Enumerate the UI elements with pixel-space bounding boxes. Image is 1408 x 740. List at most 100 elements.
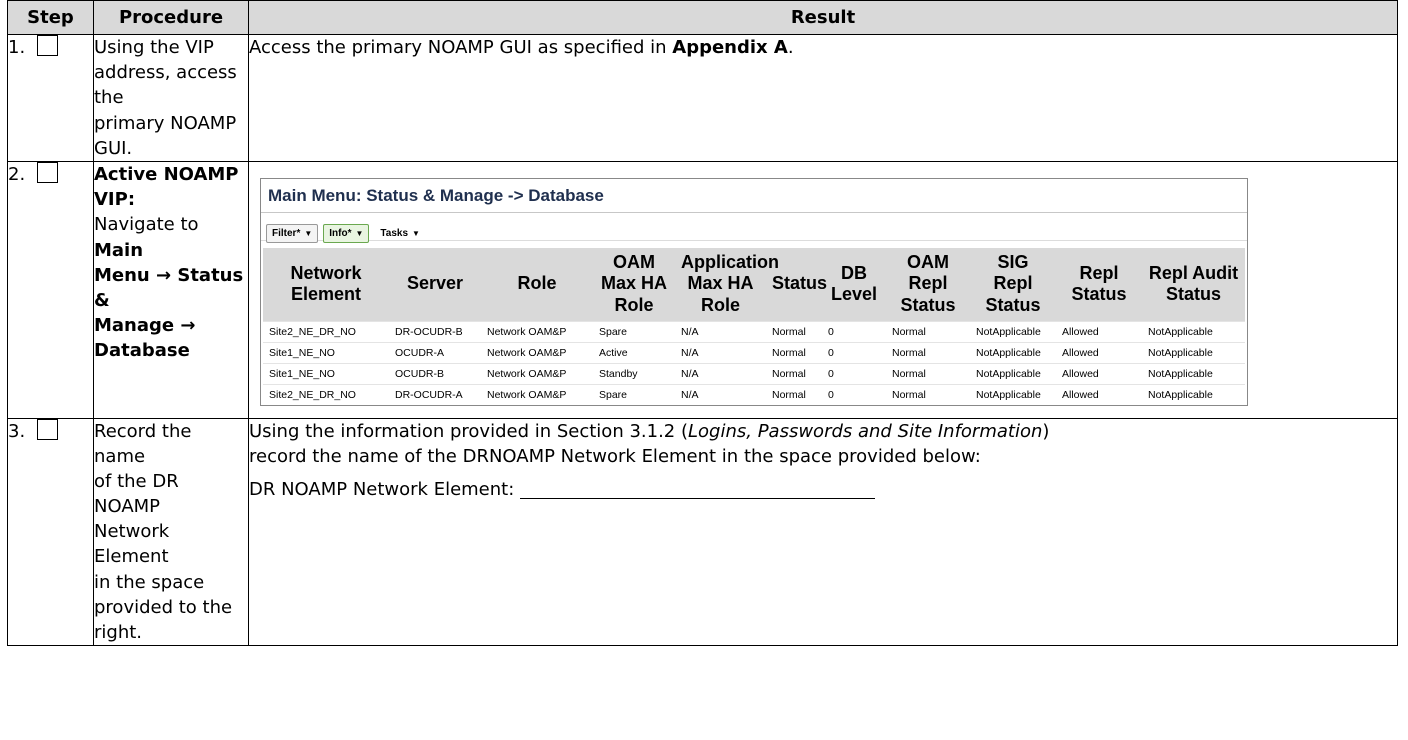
- procedure-line: right.: [94, 622, 143, 644]
- table-cell: NotApplicable: [970, 341, 1056, 364]
- table-cell: OCUDR-B: [389, 362, 481, 385]
- table-cell: Normal: [766, 383, 822, 405]
- table-row[interactable]: Site1_NE_NO OCUDR-B Network OAM&P Standby N/…: [263, 362, 1245, 385]
- table-cell: N/A: [675, 383, 766, 405]
- step-cell-2: 2.: [7, 160, 94, 419]
- procedure-line: GUI.: [94, 137, 133, 159]
- table-cell: NotApplicable: [1142, 320, 1245, 343]
- table-row[interactable]: Site2_NE_DR_NO DR-OCUDR-B Network OAM&P Spa…: [263, 320, 1245, 343]
- step-row-1: 1. Using the VIP address, access the pri…: [7, 34, 1398, 162]
- db-column-header[interactable]: Server: [389, 247, 481, 322]
- caret-down-icon: ▼: [355, 228, 364, 238]
- step-number: 3.: [8, 420, 26, 442]
- db-column-header[interactable]: Network Element: [263, 247, 389, 322]
- table-cell: Allowed: [1056, 320, 1142, 343]
- table-cell: Spare: [593, 383, 675, 405]
- step-number: 2.: [8, 163, 26, 185]
- table-cell: DR-OCUDR-A: [389, 383, 481, 405]
- write-in-field[interactable]: [520, 480, 876, 499]
- step-number: 1.: [8, 37, 26, 58]
- nav-path: Database: [94, 340, 190, 362]
- table-cell: Spare: [593, 320, 675, 343]
- header-result: Result: [248, 0, 1398, 35]
- table-cell: N/A: [675, 362, 766, 385]
- info-button[interactable]: Info* ▼: [323, 223, 370, 243]
- table-cell: NotApplicable: [970, 320, 1056, 343]
- table-cell: Allowed: [1056, 383, 1142, 405]
- database-screenshot: Main Menu: Status & Manage -> Database F…: [260, 177, 1248, 406]
- result-text: record the name of the DRNOAMP Network E…: [249, 445, 981, 467]
- table-cell: Site1_NE_NO: [263, 362, 389, 385]
- table-header-row: Step Procedure Result: [7, 0, 1398, 35]
- navigate-prefix: Navigate to: [94, 214, 199, 236]
- step-row-3: 3. Record the name of the DR NOAMP Netwo…: [7, 417, 1398, 647]
- db-header-row: Network Element Server Role OAM Max HA Role…: [263, 247, 1245, 322]
- table-row[interactable]: Site2_NE_DR_NO DR-OCUDR-A Network OAM&P Spa…: [263, 383, 1245, 405]
- table-cell: OCUDR-A: [389, 341, 481, 364]
- table-cell: 0: [822, 383, 886, 405]
- field-label: DR NOAMP Network Element:: [249, 478, 521, 500]
- table-cell: Normal: [766, 341, 822, 364]
- table-cell: Network OAM&P: [481, 320, 593, 343]
- table-cell: Site2_NE_DR_NO: [263, 320, 389, 343]
- procedure-line: address, access the: [94, 62, 237, 109]
- table-cell: Network OAM&P: [481, 362, 593, 385]
- table-cell: Normal: [886, 341, 970, 364]
- table-row[interactable]: Site1_NE_NO OCUDR-A Network OAM&P Active N/A…: [263, 341, 1245, 364]
- screen-title: Main Menu: Status & Manage -> Database: [261, 179, 1247, 213]
- step-cell-1: 1.: [7, 34, 94, 162]
- db-column-header[interactable]: SIG Repl Status: [970, 247, 1056, 322]
- db-column-header[interactable]: Application Max HA Role: [675, 247, 779, 322]
- procedure-line: provided to the: [94, 596, 233, 618]
- step-cell-3: 3.: [7, 417, 94, 647]
- procedure-title: VIP:: [94, 189, 136, 211]
- table-cell: Site2_NE_DR_NO: [263, 383, 389, 405]
- table-cell: 0: [822, 320, 886, 343]
- result-text: Using the information provided in Sectio…: [249, 420, 688, 442]
- table-cell: Normal: [886, 362, 970, 385]
- procedure-line: Record the name: [94, 420, 192, 467]
- result-cell-1: Access the primary NOAMP GUI as specifie…: [248, 34, 1398, 162]
- step-checkbox[interactable]: [37, 35, 59, 56]
- table-cell: Standby: [593, 362, 675, 385]
- nav-path: Main: [94, 239, 144, 261]
- result-cell-3: Using the information provided in Sectio…: [248, 417, 1398, 647]
- header-procedure: Procedure: [93, 0, 249, 35]
- table-cell: Normal: [886, 383, 970, 405]
- table-cell: NotApplicable: [970, 383, 1056, 405]
- screen-toolbar: Filter* ▼ Info* ▼ Tasks ▼: [261, 213, 1247, 243]
- db-column-header[interactable]: Repl Audit Status: [1142, 247, 1245, 322]
- procedure-title: Active NOAMP: [94, 163, 239, 185]
- db-column-header[interactable]: DB Level: [822, 247, 886, 322]
- table-cell: NotApplicable: [1142, 362, 1245, 385]
- table-cell: Normal: [766, 320, 822, 343]
- table-cell: NotApplicable: [1142, 341, 1245, 364]
- table-cell: NotApplicable: [970, 362, 1056, 385]
- table-cell: Network OAM&P: [481, 383, 593, 405]
- db-column-header[interactable]: Repl Status: [1056, 247, 1142, 322]
- tasks-button[interactable]: Tasks ▼: [374, 224, 426, 243]
- table-cell: NotApplicable: [1142, 383, 1245, 405]
- db-column-header[interactable]: OAM Repl Status: [886, 247, 970, 322]
- header-step: Step: [7, 0, 94, 35]
- db-column-header[interactable]: OAM Max HA Role: [593, 247, 675, 322]
- db-column-header[interactable]: Role: [481, 247, 593, 322]
- table-cell: 0: [822, 341, 886, 364]
- caret-down-icon: ▼: [304, 228, 313, 238]
- section-title: Logins, Passwords and Site Information: [688, 420, 1043, 442]
- procedure-line: Network Element: [94, 521, 170, 568]
- table-cell: Network OAM&P: [481, 341, 593, 364]
- database-status-table: Network Element Server Role OAM Max HA Role…: [263, 247, 1245, 405]
- procedure-cell-3: Record the name of the DR NOAMP Network …: [93, 417, 249, 647]
- result-text: Access the primary NOAMP GUI as specifie…: [249, 37, 673, 58]
- step-checkbox[interactable]: [37, 418, 59, 440]
- result-cell-2: Main Menu: Status & Manage -> Database F…: [248, 160, 1398, 419]
- procedure-cell-1: Using the VIP address, access the primar…: [93, 34, 249, 162]
- table-cell: N/A: [675, 320, 766, 343]
- step-checkbox[interactable]: [37, 161, 59, 183]
- table-cell: Allowed: [1056, 362, 1142, 385]
- caret-down-icon: ▼: [412, 228, 420, 238]
- result-tail: .: [787, 37, 794, 58]
- table-cell: Normal: [886, 320, 970, 343]
- filter-button[interactable]: Filter* ▼: [266, 223, 319, 243]
